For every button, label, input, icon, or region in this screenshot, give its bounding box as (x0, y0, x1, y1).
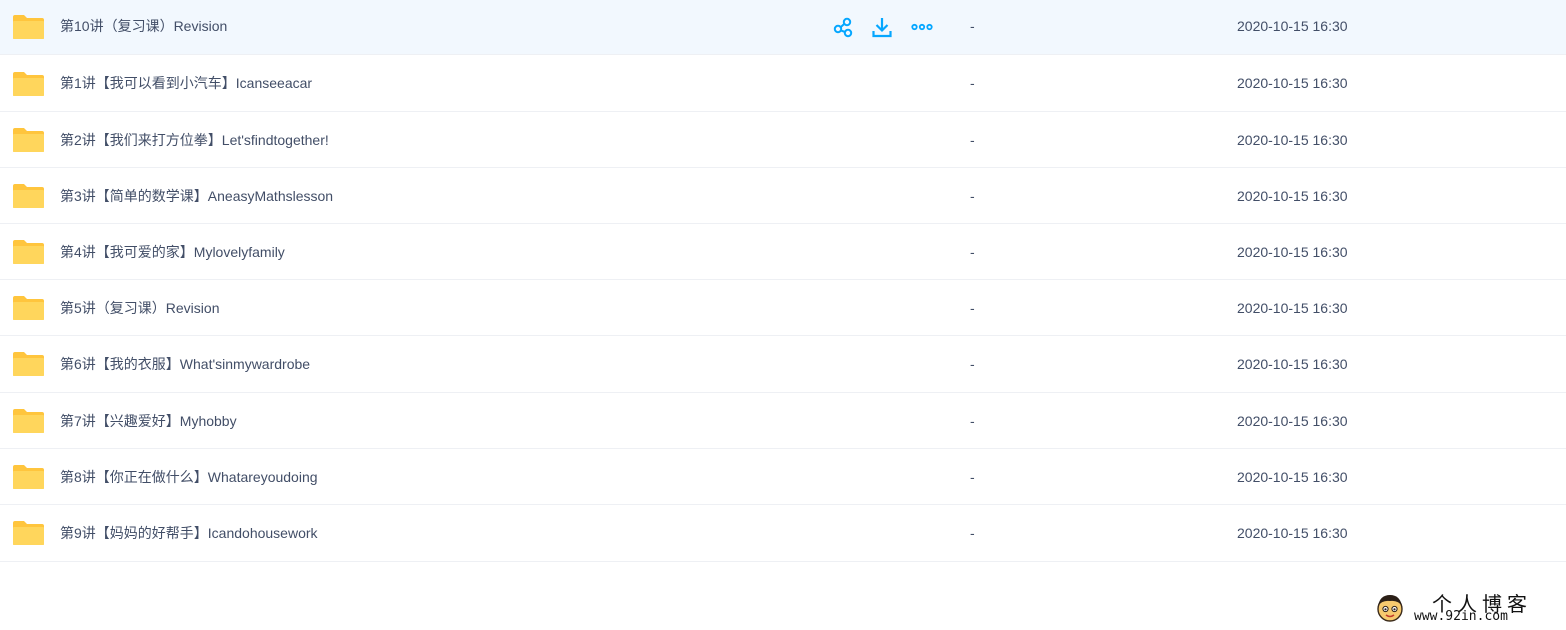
file-name[interactable]: 第10讲（复习课）Revision (60, 0, 227, 53)
file-size: - (970, 132, 975, 148)
file-modified-date: 2020-10-15 16:30 (1237, 469, 1348, 485)
file-row[interactable]: 第1讲【我可以看到小汽车】Icanseeacar - 2020-10-15 16… (0, 55, 1566, 112)
folder-icon (13, 15, 44, 39)
file-row[interactable]: 第3讲【简单的数学课】AneasyMathslesson - 2020-10-1… (0, 168, 1566, 224)
file-size: - (970, 18, 975, 34)
file-name[interactable]: 第8讲【你正在做什么】Whatareyoudoing (60, 449, 318, 505)
file-row[interactable]: 第6讲【我的衣服】What'sinmywardrobe - 2020-10-15… (0, 336, 1566, 393)
share-icon[interactable] (832, 16, 854, 38)
folder-icon (13, 296, 44, 320)
watermark: 个人博客 www.92in.com (1372, 588, 1552, 628)
folder-icon (13, 240, 44, 264)
folder-icon (13, 465, 44, 489)
folder-icon (13, 521, 44, 545)
file-name[interactable]: 第2讲【我们来打方位拳】Let'sfindtogether! (60, 112, 329, 168)
file-modified-date: 2020-10-15 16:30 (1237, 244, 1348, 260)
file-size: - (970, 525, 975, 541)
more-icon[interactable] (911, 16, 933, 38)
file-name[interactable]: 第7讲【兴趣爱好】Myhobby (60, 393, 237, 449)
file-modified-date: 2020-10-15 16:30 (1237, 132, 1348, 148)
file-size: - (970, 413, 975, 429)
folder-icon (13, 128, 44, 152)
file-name[interactable]: 第3讲【简单的数学课】AneasyMathslesson (60, 168, 333, 224)
folder-icon (13, 184, 44, 208)
file-row[interactable]: 第8讲【你正在做什么】Whatareyoudoing - 2020-10-15 … (0, 449, 1566, 505)
file-row[interactable]: 第10讲（复习课）Revision - 2020-10-15 16:30 (0, 0, 1566, 55)
cartoon-avatar-icon (1377, 595, 1403, 622)
file-modified-date: 2020-10-15 16:30 (1237, 300, 1348, 316)
file-name[interactable]: 第5讲（复习课）Revision (60, 280, 219, 336)
file-name[interactable]: 第1讲【我可以看到小汽车】Icanseeacar (60, 55, 312, 112)
file-size: - (970, 469, 975, 485)
file-size: - (970, 188, 975, 204)
download-icon[interactable] (871, 16, 893, 38)
file-row[interactable]: 第4讲【我可爱的家】Mylovelyfamily - 2020-10-15 16… (0, 224, 1566, 280)
file-row[interactable]: 第9讲【妈妈的好帮手】Icandohousework - 2020-10-15 … (0, 505, 1566, 562)
file-name[interactable]: 第4讲【我可爱的家】Mylovelyfamily (60, 224, 285, 280)
file-modified-date: 2020-10-15 16:30 (1237, 75, 1348, 91)
file-modified-date: 2020-10-15 16:30 (1237, 356, 1348, 372)
file-modified-date: 2020-10-15 16:30 (1237, 525, 1348, 541)
watermark-url: www.92in.com (1414, 609, 1508, 624)
folder-icon (13, 352, 44, 376)
file-modified-date: 2020-10-15 16:30 (1237, 188, 1348, 204)
folder-icon (13, 72, 44, 96)
file-modified-date: 2020-10-15 16:30 (1237, 18, 1348, 34)
file-modified-date: 2020-10-15 16:30 (1237, 413, 1348, 429)
file-row[interactable]: 第5讲（复习课）Revision - 2020-10-15 16:30 (0, 280, 1566, 336)
file-list: 第10讲（复习课）Revision - 2020-10-15 16:30 第1讲… (0, 0, 1566, 562)
file-row[interactable]: 第2讲【我们来打方位拳】Let'sfindtogether! - 2020-10… (0, 112, 1566, 168)
file-name[interactable]: 第9讲【妈妈的好帮手】Icandohousework (60, 505, 318, 562)
file-size: - (970, 356, 975, 372)
file-size: - (970, 75, 975, 91)
file-size: - (970, 300, 975, 316)
file-row[interactable]: 第7讲【兴趣爱好】Myhobby - 2020-10-15 16:30 (0, 393, 1566, 449)
file-name[interactable]: 第6讲【我的衣服】What'sinmywardrobe (60, 336, 310, 393)
file-size: - (970, 244, 975, 260)
folder-icon (13, 409, 44, 433)
